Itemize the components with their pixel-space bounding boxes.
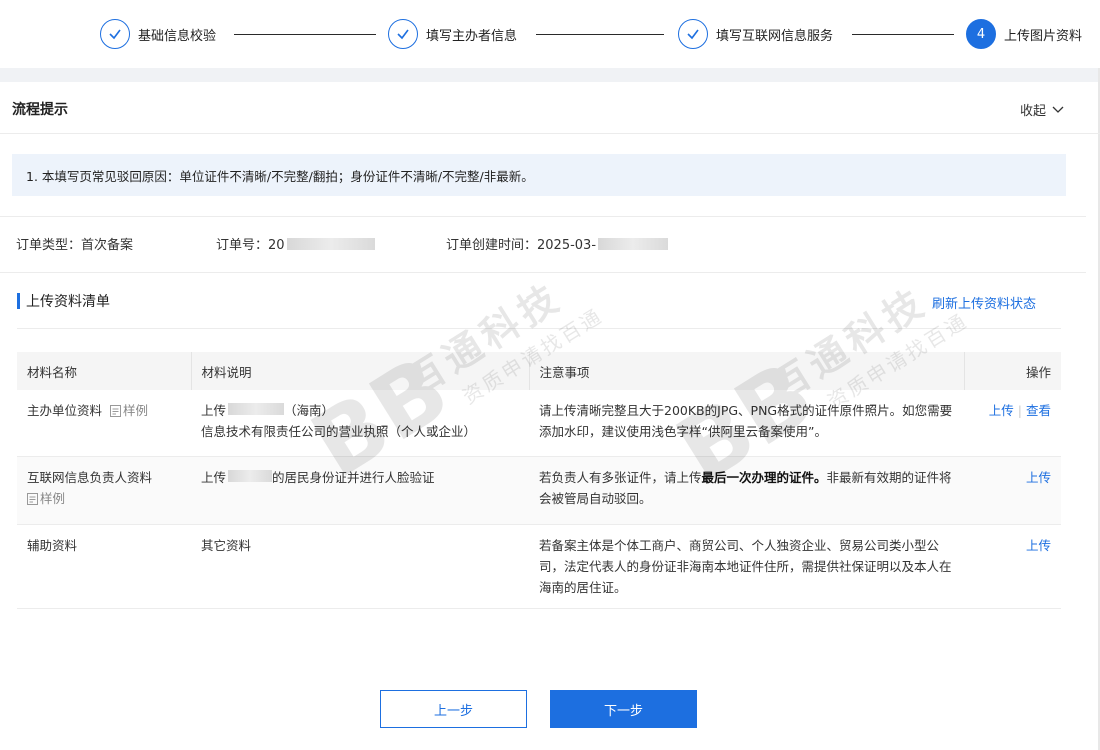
check-icon [388,19,418,49]
redacted-blur [228,403,285,415]
progress-steps: 基础信息校验 填写主办者信息 填写互联网信息服务 4 上传图片资料 [0,0,1100,68]
tip-box: 1. 本填写页常见驳回原因：单位证件不清晰/不完整/翻拍；身份证件不清晰/不完整… [12,154,1066,196]
actions-cell: 上传 [964,456,1061,525]
separator-band [0,68,1100,82]
material-note: 请上传清晰完整且大于200KB的JPG、PNG格式的证件原件照片。如您需要添加水… [529,390,964,457]
material-desc: 上传 的居民身份证并进行人脸验证 [191,456,529,525]
material-desc: 其它资料 [191,524,529,609]
step-3: 填写互联网信息服务 [678,19,833,49]
material-note: 若负责人有多张证件，请上传最后一次办理的证件。非最新有效期的证件将会被管局自动驳… [529,456,964,525]
material-name: 互联网信息负责人资料 样例 [17,456,191,525]
step-connector [852,34,954,35]
divider [0,272,1086,273]
step-label: 上传图片资料 [1004,28,1083,44]
sample-link[interactable]: 样例 [110,403,148,418]
material-name: 主办单位资料 样例 [17,390,191,457]
header-actions: 操作 [964,352,1061,390]
order-created-time: 订单创建时间：2025-03- [446,234,669,253]
upload-button[interactable]: 上传 [989,403,1014,418]
redacted-blur [286,237,375,250]
next-step-button[interactable]: 下一步 [550,690,697,728]
step-2: 填写主办者信息 [388,19,517,49]
step-connector [536,34,664,35]
table-row: 辅助资料 其它资料 若备案主体是个体工商户、商贸公司、个人独资企业、贸易公司类小… [17,524,1061,609]
table-header-row: 材料名称 材料说明 注意事项 操作 [17,352,1061,390]
header-material-desc: 材料说明 [191,352,530,390]
step-number: 4 [966,19,996,49]
collapse-label: 收起 [1019,104,1046,119]
header-material-name: 材料名称 [17,352,192,390]
redacted-blur [598,237,669,250]
step-1: 基础信息校验 [100,19,216,49]
tip-text: 1. 本填写页常见驳回原因：单位证件不清晰/不完整/翻拍；身份证件不清晰/不完整… [26,168,534,184]
upload-list-title: 上传资料清单 [26,294,110,310]
order-info: 订单类型：首次备案 订单号：20 订单创建时间：2025-03- [16,234,669,253]
title-accent-bar [17,293,20,309]
actions-cell: 上传 | 查看 [964,390,1061,457]
material-desc: 上传 （海南） 信息技术有限责任公司的营业执照（个人或企业） [191,390,529,457]
actions-cell: 上传 [964,524,1061,609]
order-number: 订单号：20 [216,234,446,253]
divider [0,216,1086,217]
document-icon [110,405,121,417]
materials-table: 材料名称 材料说明 注意事项 操作 主办单位资料 样例 上传 （海南） 信息技术有… [17,352,1061,609]
process-header: 流程提示 收起 [0,82,1100,134]
upload-button[interactable]: 上传 [1026,470,1051,485]
document-icon [27,492,38,505]
order-type: 订单类型：首次备案 [16,238,134,253]
refresh-status-link[interactable]: 刷新上传资料状态 [932,293,1036,312]
prev-step-button[interactable]: 上一步 [380,690,527,728]
step-connector [234,34,376,35]
step-label: 基础信息校验 [138,28,217,44]
divider [17,328,1061,329]
table-row: 主办单位资料 样例 上传 （海南） 信息技术有限责任公司的营业执照（个人或企业） … [17,390,1061,457]
check-icon [678,19,708,49]
step-label: 填写互联网信息服务 [716,28,834,44]
view-button[interactable]: 查看 [1026,403,1051,418]
material-name: 辅助资料 [17,524,191,609]
table-row: 互联网信息负责人资料 样例 上传 的居民身份证并进行人脸验证 若负责人有多张证件，… [17,456,1061,525]
step-4: 4 上传图片资料 [966,19,1082,49]
sample-link[interactable]: 样例 [27,491,65,506]
header-notes: 注意事项 [529,352,965,390]
step-label: 填写主办者信息 [426,28,518,44]
material-note: 若备案主体是个体工商户、商贸公司、个人独资企业、贸易公司类小型公司，法定代表人的… [529,524,964,609]
emphasis-text: 最后一次办理的证件。 [701,469,827,485]
section-title: 流程提示 [12,102,68,118]
collapse-toggle[interactable]: 收起 [1020,100,1064,119]
upload-button[interactable]: 上传 [1026,538,1051,553]
check-icon [100,19,130,49]
action-separator: | [1017,403,1022,418]
chevron-down-icon [1052,106,1064,113]
redacted-blur [228,469,273,482]
